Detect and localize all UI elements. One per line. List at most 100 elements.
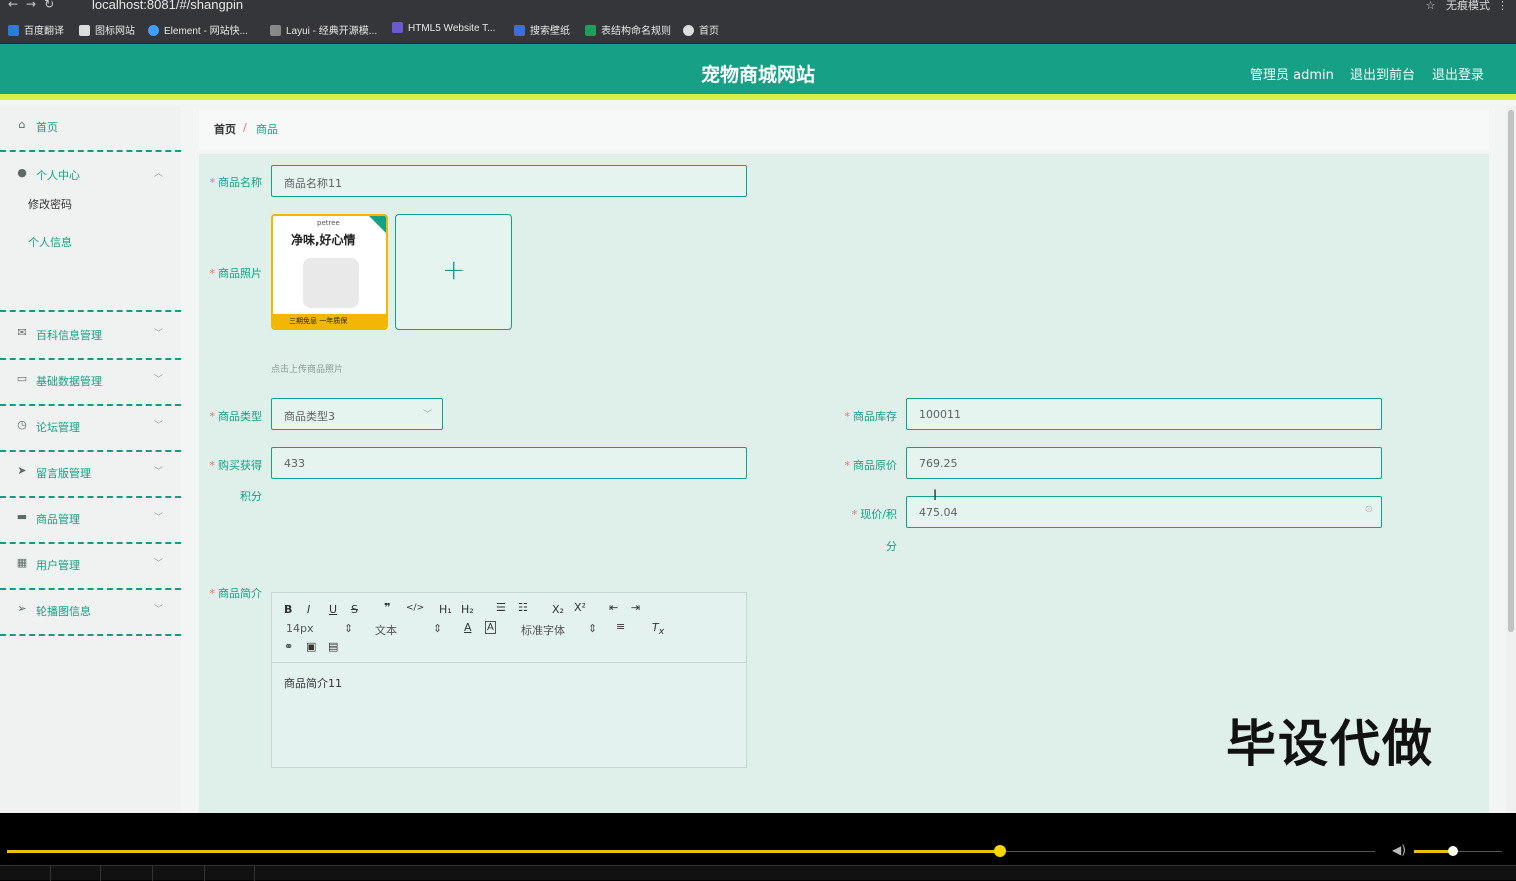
- bookmark-item[interactable]: 搜索壁纸: [514, 22, 570, 37]
- sidebar-item-products[interactable]: ▬ 商品管理 ﹀: [0, 498, 181, 544]
- h1-icon[interactable]: H₁: [439, 603, 452, 616]
- sidebar-item-home[interactable]: ⌂ 首页: [0, 106, 181, 152]
- superscript-icon[interactable]: X²: [574, 601, 586, 614]
- compass-icon: ◷: [17, 418, 27, 431]
- top-header: 宠物商城网站 管理员 admin 退出到前台 退出登录: [0, 44, 1516, 100]
- video-player-bar: ◀): [0, 813, 1516, 881]
- background-color-icon[interactable]: A: [485, 621, 496, 634]
- underline-icon[interactable]: U: [329, 603, 337, 616]
- outdent-icon[interactable]: ⇤: [609, 601, 618, 614]
- video-icon[interactable]: ▤: [328, 640, 338, 653]
- page-scrollbar[interactable]: [1506, 106, 1516, 813]
- bookmark-item[interactable]: 百度翻译: [8, 22, 64, 37]
- strike-icon[interactable]: S: [351, 603, 358, 616]
- bullet-list-icon[interactable]: ☷: [518, 601, 528, 614]
- text-cursor-icon: I: [933, 488, 938, 504]
- font-family-select[interactable]: 标准字体: [521, 622, 565, 638]
- address-bar[interactable]: localhost:8081/#/shangpin: [92, 0, 243, 12]
- italic-icon[interactable]: I: [307, 603, 310, 616]
- bookmark-item[interactable]: Element - 网站快...: [148, 22, 248, 37]
- progress-fill[interactable]: [7, 850, 1000, 853]
- clear-icon[interactable]: ⊙: [1365, 504, 1373, 515]
- home-icon: ⌂: [18, 118, 26, 131]
- quote-icon[interactable]: ❞: [384, 601, 390, 614]
- scrollbar-thumb[interactable]: [1508, 110, 1514, 632]
- progress-track[interactable]: [1000, 851, 1375, 852]
- text-type-select[interactable]: 文本: [375, 622, 397, 638]
- code-icon[interactable]: </>: [406, 603, 424, 613]
- stock-input[interactable]: 100011: [906, 398, 1382, 430]
- chevron-down-icon: ﹀: [153, 605, 163, 615]
- product-name-input[interactable]: 商品名称11: [271, 165, 747, 197]
- sidebar: ⌂ 首页 ● 个人中心 ︿ 修改密码 个人信息 ✉ 百科信息管理 ﹀ ▭ 基础数…: [0, 106, 181, 813]
- incognito-label: ☆ 无痕模式 ⋮: [1425, 0, 1508, 12]
- sidebar-item-basic-data[interactable]: ▭ 基础数据管理 ﹀: [0, 360, 181, 406]
- rich-text-editor[interactable]: B I U S ❞ </> H₁ H₂ ☰ ☷ X₂ X² ⇤ ⇥ 14px ⇕…: [271, 592, 747, 768]
- sidebar-item-messages[interactable]: ➤ 留言版管理 ﹀: [0, 452, 181, 498]
- clear-format-icon[interactable]: Tx: [652, 621, 664, 637]
- back-to-front-link[interactable]: 退出到前台: [1350, 64, 1415, 83]
- volume-knob[interactable]: [1448, 846, 1458, 856]
- photo-bottom-banner: 三期免息 一年质保: [273, 314, 386, 328]
- sidebar-item-forum[interactable]: ◷ 论坛管理 ﹀: [0, 406, 181, 452]
- editor-content[interactable]: 商品简介11: [284, 675, 342, 691]
- upload-photo-button[interactable]: +: [395, 214, 512, 330]
- sidebar-item-users[interactable]: ▦ 用户管理 ﹀: [0, 544, 181, 590]
- product-image: [303, 258, 359, 308]
- volume-icon[interactable]: ◀): [1392, 843, 1406, 857]
- logout-link[interactable]: 退出登录: [1432, 64, 1484, 83]
- sidebar-item-personal-info[interactable]: 个人信息: [28, 234, 72, 250]
- indent-icon[interactable]: ⇥: [631, 601, 640, 614]
- chevron-down-icon: ﹀: [153, 329, 163, 339]
- bookmark-item[interactable]: HTML5 Website T...: [392, 22, 495, 34]
- font-color-icon[interactable]: A: [464, 621, 472, 634]
- current-price-label-line2: 分: [886, 540, 897, 553]
- sidebar-item-personal[interactable]: ● 个人中心 ︿ 修改密码 个人信息: [0, 154, 181, 312]
- chat-icon: ▭: [16, 372, 28, 385]
- bookmark-item[interactable]: 首页: [683, 22, 719, 37]
- browser-toolbar: ←→↻ localhost:8081/#/shangpin ☆ 无痕模式 ⋮: [0, 0, 1516, 14]
- image-icon[interactable]: ▣: [306, 640, 316, 653]
- points-input[interactable]: 433: [271, 447, 747, 479]
- current-price-label: * 现价/积: [851, 508, 897, 521]
- bookmark-item[interactable]: Layui - 经典开源模...: [270, 22, 377, 37]
- watermark-text: 毕设代做: [1226, 715, 1434, 773]
- ticket-icon: ▬: [16, 510, 28, 523]
- send-icon: ➤: [17, 464, 27, 477]
- bold-icon[interactable]: B: [284, 603, 292, 616]
- ordered-list-icon[interactable]: ☰: [496, 601, 506, 614]
- link-icon[interactable]: ⚭: [284, 640, 293, 653]
- stock-label: * 商品库存: [844, 410, 898, 423]
- align-icon[interactable]: ≡: [616, 620, 625, 633]
- photo-slogan-text: 净味,好心情: [291, 233, 356, 247]
- browser-nav-icons[interactable]: ←→↻: [8, 0, 62, 11]
- paper-plane-icon: ➢: [17, 602, 27, 615]
- chevron-down-icon: ﹀: [422, 410, 432, 420]
- progress-knob[interactable]: [994, 845, 1006, 857]
- chevron-down-icon: ﹀: [153, 467, 163, 477]
- original-price-input[interactable]: 769.25: [906, 447, 1382, 479]
- points-label: * 购买获得: [209, 459, 263, 472]
- sidebar-item-change-password[interactable]: 修改密码: [28, 196, 72, 212]
- app-page: 宠物商城网站 管理员 admin 退出到前台 退出登录 ⌂ 首页 ● 个人中心 …: [0, 44, 1516, 813]
- chevron-down-icon: ﹀: [153, 513, 163, 523]
- font-size-select[interactable]: 14px: [286, 622, 314, 635]
- product-type-select[interactable]: 商品类型3 ﹀: [271, 398, 443, 430]
- type-label: * 商品类型: [209, 410, 263, 423]
- volume-track[interactable]: [1454, 851, 1502, 852]
- bookmark-item[interactable]: 图标网站: [79, 22, 135, 37]
- h2-icon[interactable]: H₂: [461, 603, 474, 616]
- admin-label: 管理员 admin: [1250, 68, 1334, 83]
- product-photo-thumbnail[interactable]: petree 净味,好心情 三期免息 一年质保: [271, 214, 388, 330]
- sidebar-item-carousel[interactable]: ➢ 轮播图信息 ﹀: [0, 590, 181, 636]
- current-price-input[interactable]: 475.04 ⊙: [906, 496, 1382, 528]
- chevron-updown-icon: ⇕: [588, 622, 598, 635]
- subscript-icon[interactable]: X₂: [552, 603, 564, 616]
- success-check-icon: [369, 216, 386, 233]
- sidebar-item-wiki[interactable]: ✉ 百科信息管理 ﹀: [0, 314, 181, 360]
- chevron-down-icon: ﹀: [153, 421, 163, 431]
- bookmark-item[interactable]: 表结构命名规则: [585, 22, 671, 37]
- price-label: * 商品原价: [844, 459, 898, 472]
- breadcrumb-home[interactable]: 首页: [214, 121, 236, 137]
- breadcrumb-separator: /: [243, 121, 247, 134]
